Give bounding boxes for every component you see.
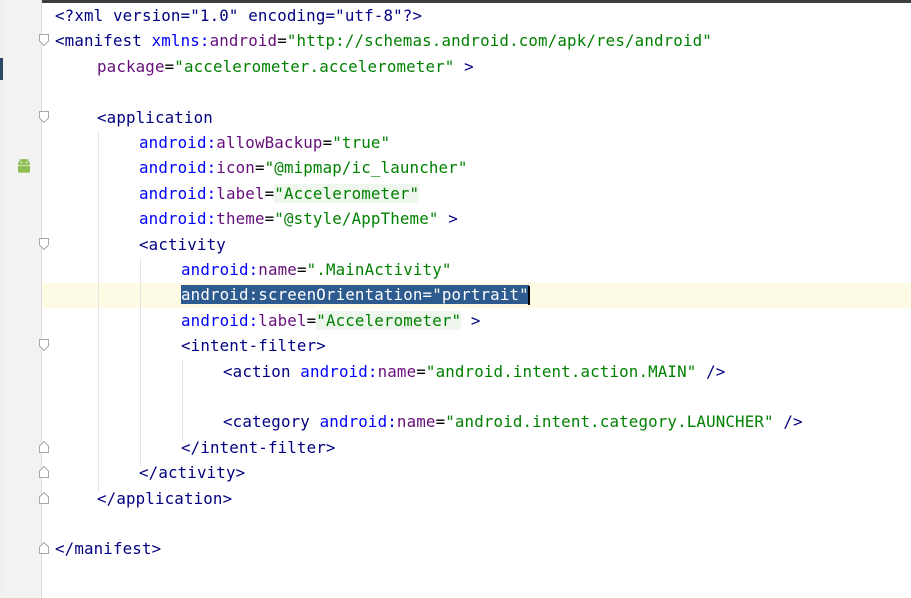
code-token: android: — [181, 285, 259, 305]
code-line[interactable]: <category android:name="android.intent.c… — [223, 409, 803, 434]
code-token: name — [258, 260, 297, 279]
code-line[interactable]: android:label="Accelerometer" — [139, 181, 420, 206]
code-token: /> — [706, 361, 726, 381]
code-token: android — [209, 31, 278, 51]
editor-gutter — [5, 0, 49, 598]
code-line[interactable]: </intent-filter> — [181, 435, 336, 460]
code-token: <application — [97, 107, 213, 127]
code-line[interactable]: <manifest xmlns:android="http://schemas.… — [55, 28, 712, 53]
code-token: android: — [139, 209, 217, 229]
code-token: </application> — [97, 488, 233, 508]
code-token: = — [277, 31, 287, 51]
code-line[interactable]: android:label="Accelerometer" > — [181, 308, 481, 333]
code-token: android: — [300, 361, 378, 381]
code-line[interactable]: android:name=".MainActivity" — [181, 257, 452, 282]
indent-guide — [98, 132, 99, 492]
code-token: </activity> — [139, 463, 246, 483]
code-line[interactable]: package="accelerometer.accelerometer" > — [97, 54, 474, 79]
code-token: screenOrientation — [258, 285, 423, 305]
code-token: > — [464, 56, 474, 76]
code-token: allowBackup — [216, 133, 323, 152]
code-token: "accelerometer.accelerometer" — [174, 56, 455, 76]
code-token: <intent-filter> — [181, 336, 326, 356]
code-token: xmlns: — [151, 31, 210, 51]
code-token: > — [470, 310, 481, 330]
code-token: = — [164, 56, 175, 76]
code-token: "@style/AppTheme" — [274, 209, 439, 229]
code-line[interactable]: android:allowBackup="true" — [139, 130, 390, 155]
code-token: "Accelerometer" — [274, 183, 420, 203]
text-caret — [527, 286, 530, 306]
code-line[interactable]: <intent-filter> — [181, 333, 326, 358]
selected-text[interactable]: android:screenOrientation="portrait" — [181, 285, 529, 305]
indent-guide — [140, 258, 141, 466]
code-line[interactable]: <application — [97, 105, 213, 130]
code-token: <action — [223, 361, 301, 381]
code-token: name — [377, 361, 417, 381]
code-token: "portrait" — [432, 285, 529, 305]
code-token: = — [296, 260, 307, 279]
code-token: = — [306, 310, 317, 330]
code-token: = — [264, 183, 275, 203]
code-token: android: — [139, 158, 217, 178]
code-token: <manifest — [55, 31, 152, 51]
code-token: label — [258, 310, 307, 330]
code-token: = — [254, 158, 265, 178]
code-token: ".MainActivity" — [306, 260, 452, 279]
code-token: = — [322, 133, 333, 152]
code-token: "Accelerometer" — [316, 310, 462, 330]
code-token: android: — [319, 412, 397, 432]
code-token: "android.intent.action.MAIN" — [425, 361, 697, 381]
code-line[interactable]: <activity — [139, 232, 226, 257]
code-token: = — [416, 361, 426, 381]
code-token: android: — [139, 133, 217, 152]
code-token: "http://schemas.android.com/apk/res/andr… — [286, 31, 712, 51]
android-icon[interactable] — [15, 157, 33, 175]
code-token: android: — [139, 183, 217, 203]
code-token: /> — [783, 412, 803, 432]
code-editor[interactable]: <?xml version="1.0" encoding="utf-8"?> <m… — [0, 0, 911, 598]
code-token: = — [435, 412, 446, 432]
code-token: <category — [223, 412, 320, 432]
code-token: </intent-filter> — [181, 437, 336, 457]
code-token: package — [97, 56, 165, 76]
code-line[interactable]: </application> — [97, 486, 232, 511]
code-token: theme — [216, 209, 265, 229]
code-token: "@mipmap/ic_launcher" — [264, 158, 468, 178]
code-token: label — [216, 183, 265, 203]
code-line[interactable]: android:theme="@style/AppTheme" > — [139, 206, 458, 231]
code-line[interactable]: <action android:name="android.intent.act… — [223, 359, 725, 384]
code-line[interactable]: <?xml version="1.0" encoding="utf-8"?> — [55, 3, 422, 28]
code-line[interactable]: </manifest> — [55, 536, 161, 561]
code-line[interactable]: android:screenOrientation="portrait" — [181, 282, 530, 307]
code-token: icon — [216, 158, 255, 178]
indent-guide — [182, 360, 183, 442]
code-token: = — [422, 285, 433, 305]
code-token: name — [396, 412, 436, 432]
code-line[interactable]: </activity> — [139, 460, 245, 485]
code-token: > — [448, 209, 458, 229]
code-area[interactable]: <?xml version="1.0" encoding="utf-8"?> <m… — [42, 0, 911, 598]
code-line[interactable]: android:icon="@mipmap/ic_launcher" — [139, 155, 468, 180]
code-token: android: — [181, 310, 259, 330]
code-token: "android.intent.category.LAUNCHER" — [445, 412, 774, 432]
code-token: <activity — [139, 234, 226, 254]
code-token: </manifest> — [55, 539, 162, 559]
code-token: <?xml version="1.0" encoding="utf-8"?> — [55, 6, 423, 25]
code-token: "true" — [332, 133, 391, 152]
code-token: android: — [181, 260, 259, 279]
side-marker — [0, 58, 3, 80]
code-token: = — [264, 209, 275, 229]
